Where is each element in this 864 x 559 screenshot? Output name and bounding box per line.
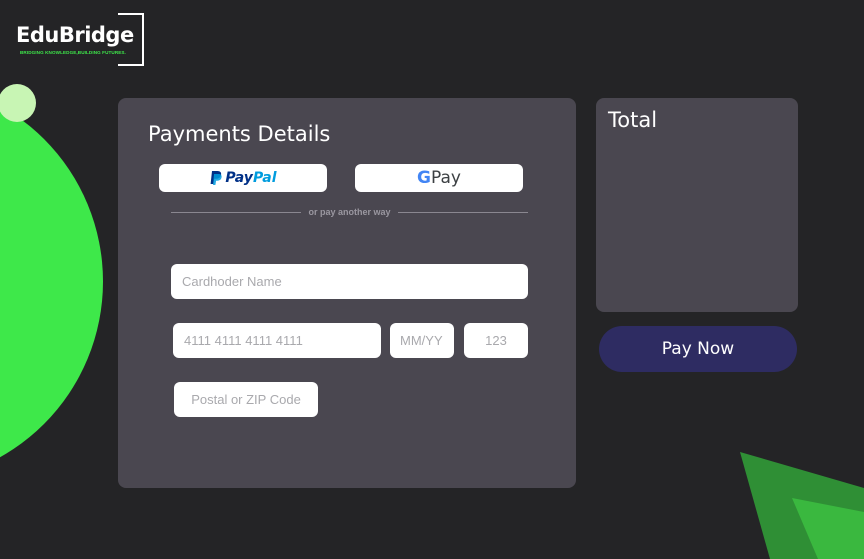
payment-details-title: Payments Details (148, 122, 331, 146)
postal-code-input[interactable] (174, 382, 318, 417)
logo-tagline: BRIDGING KNOWLEDGE,BUILDING FUTURES. (20, 50, 126, 55)
total-title: Total (608, 108, 658, 132)
paypal-button[interactable]: Pay Pal (159, 164, 327, 192)
google-g-icon: G (417, 168, 431, 188)
payment-details-card: Payments Details Pay Pal G Pay or pay an… (118, 98, 576, 488)
edubridge-logo[interactable]: EduBridge BRIDGING KNOWLEDGE,BUILDING FU… (14, 13, 144, 66)
divider-line-left (171, 211, 302, 213)
pay-now-button[interactable]: Pay Now (599, 326, 797, 372)
paypal-pay-text: Pay (225, 170, 253, 186)
google-pay-label: Pay (431, 168, 461, 188)
paypal-pal-text: Pal (252, 170, 277, 186)
divider-text: or pay another way (308, 207, 391, 217)
decorative-green-circle (0, 80, 103, 483)
decorative-light-dot (0, 84, 36, 122)
order-total-card: Total (596, 98, 798, 312)
pay-divider: or pay another way (171, 205, 528, 219)
logo-name: EduBridge (16, 23, 134, 47)
divider-line-right (397, 211, 528, 213)
paypal-logo-icon (211, 171, 223, 185)
expiry-date-input[interactable] (390, 323, 454, 358)
payment-page: EduBridge BRIDGING KNOWLEDGE,BUILDING FU… (0, 0, 864, 559)
cvc-input[interactable] (464, 323, 528, 358)
card-number-input[interactable] (173, 323, 381, 358)
cardholder-name-input[interactable] (171, 264, 528, 299)
decorative-green-triangle (740, 452, 864, 559)
google-pay-button[interactable]: G Pay (355, 164, 523, 192)
